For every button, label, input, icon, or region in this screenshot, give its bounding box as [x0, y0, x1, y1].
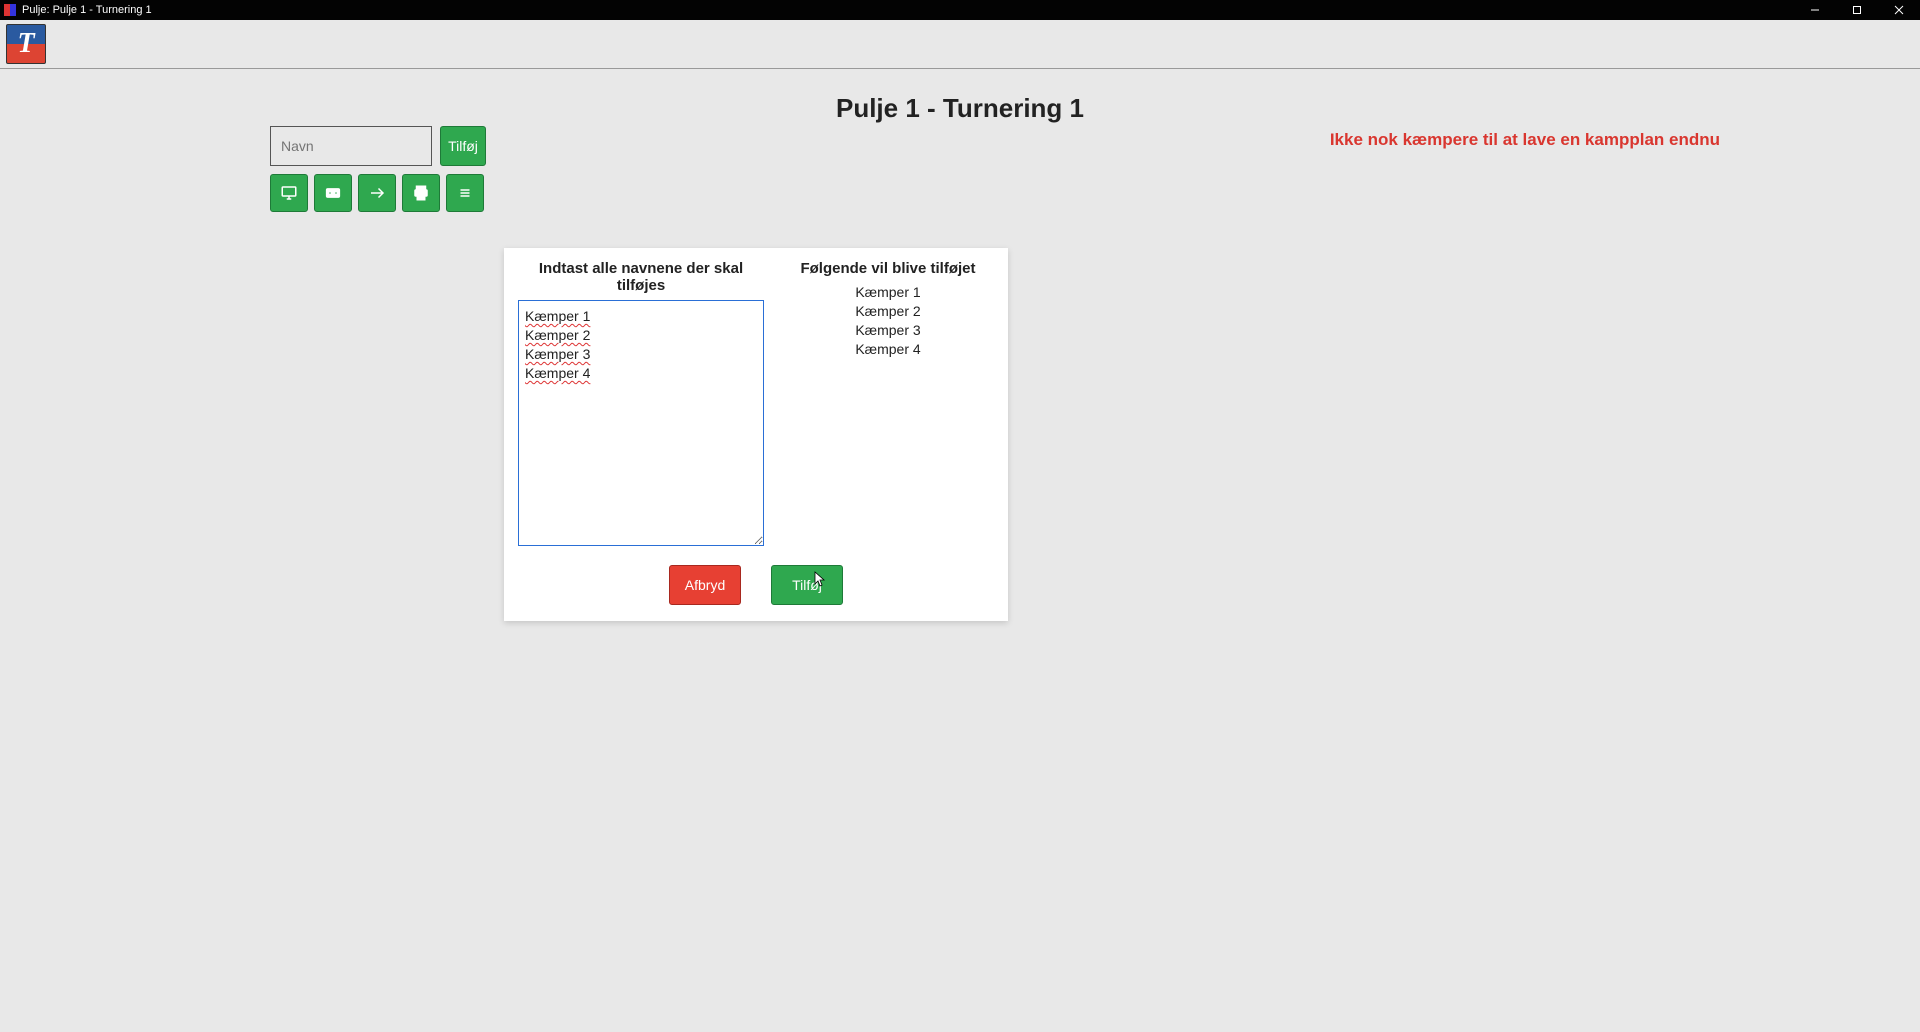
print-icon	[412, 184, 430, 202]
dialog-preview-heading: Følgende vil blive tilføjet	[782, 260, 994, 277]
name-input[interactable]	[270, 126, 432, 166]
window-title: Pulje: Pulje 1 - Turnering 1	[22, 4, 152, 16]
app-logo[interactable]: T	[6, 24, 46, 64]
maximize-icon	[1852, 5, 1862, 15]
dialog-input-heading: Indtast alle navnene der skal tilføjes	[518, 260, 764, 294]
display-icon	[280, 184, 298, 202]
card-button[interactable]	[314, 174, 352, 212]
close-icon	[1894, 5, 1904, 15]
page-title: Pulje 1 - Turnering 1	[0, 93, 1920, 124]
list-button[interactable]	[446, 174, 484, 212]
card-icon	[324, 184, 342, 202]
preview-list: Kæmper 1Kæmper 2Kæmper 3Kæmper 4	[782, 283, 994, 359]
preview-item: Kæmper 2	[782, 302, 994, 321]
minimize-button[interactable]	[1794, 0, 1836, 20]
warning-message: Ikke nok kæmpere til at lave en kampplan…	[1330, 130, 1720, 150]
preview-item: Kæmper 4	[782, 340, 994, 359]
names-textarea[interactable]	[518, 300, 764, 546]
preview-item: Kæmper 3	[782, 321, 994, 340]
header-bar: T	[0, 20, 1920, 69]
window-titlebar: Pulje: Pulje 1 - Turnering 1	[0, 0, 1920, 20]
display-button[interactable]	[270, 174, 308, 212]
minimize-icon	[1810, 5, 1820, 15]
print-button[interactable]	[402, 174, 440, 212]
window-controls	[1794, 0, 1920, 20]
maximize-button[interactable]	[1836, 0, 1878, 20]
shuffle-button[interactable]	[358, 174, 396, 212]
close-button[interactable]	[1878, 0, 1920, 20]
confirm-add-button[interactable]: Tilføj	[771, 565, 843, 605]
preview-item: Kæmper 1	[782, 283, 994, 302]
shuffle-icon	[368, 184, 386, 202]
app-small-icon	[4, 4, 16, 16]
add-button[interactable]: Tilføj	[440, 126, 486, 166]
top-controls: Tilføj	[270, 126, 486, 212]
list-icon	[456, 184, 474, 202]
cancel-button[interactable]: Afbryd	[669, 565, 741, 605]
add-names-dialog: Indtast alle navnene der skal tilføjes F…	[504, 248, 1008, 621]
